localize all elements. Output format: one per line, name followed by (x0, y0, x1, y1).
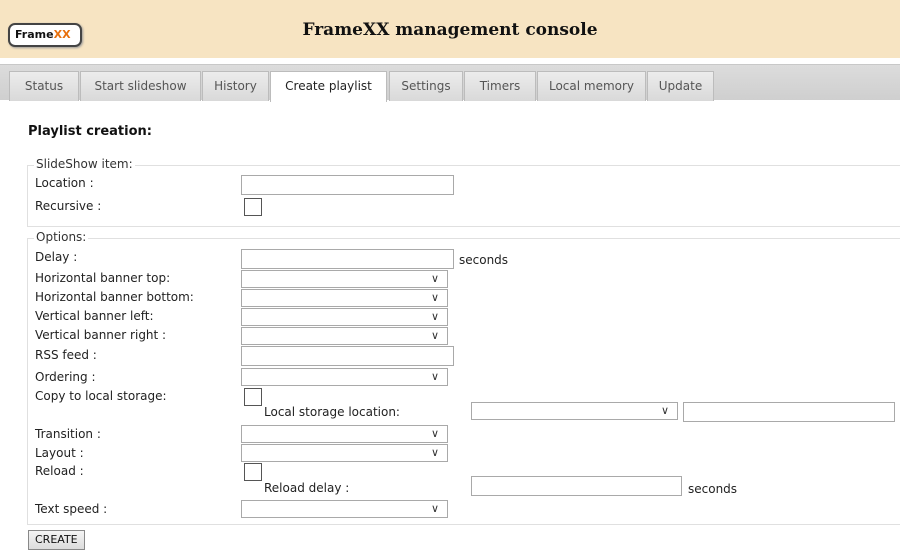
local-storage-location-input[interactable] (683, 402, 895, 422)
recursive-label: Recursive : (35, 199, 102, 213)
chevron-down-icon: ∨ (430, 446, 439, 459)
page-title: FrameXX management console (302, 20, 598, 40)
local-storage-location-select[interactable]: ∨ (471, 402, 678, 420)
delay-unit: seconds (459, 253, 509, 267)
chevron-down-icon: ∨ (430, 427, 439, 440)
chevron-down-icon: ∨ (430, 502, 439, 515)
slideshow-item-fieldset (27, 165, 900, 227)
tab-start-slideshow[interactable]: Start slideshow (80, 71, 201, 101)
tab-status[interactable]: Status (9, 71, 79, 101)
reload-delay-input[interactable] (471, 476, 682, 496)
tab-local-memory[interactable]: Local memory (537, 71, 646, 101)
tab-create-playlist[interactable]: Create playlist (270, 71, 387, 102)
v-banner-right-select[interactable]: ∨ (241, 327, 448, 345)
chevron-down-icon: ∨ (430, 370, 439, 383)
v-banner-right-label: Vertical banner right : (35, 328, 167, 342)
location-input[interactable] (241, 175, 454, 195)
slideshow-item-legend: SlideShow item: (34, 157, 135, 171)
recursive-checkbox[interactable] (244, 198, 262, 216)
reload-delay-label: Reload delay : (264, 481, 350, 495)
text-speed-select[interactable]: ∨ (241, 500, 448, 518)
create-button[interactable]: CREATE (28, 530, 85, 550)
copy-local-storage-label: Copy to local storage: (35, 389, 167, 403)
layout-label: Layout : (35, 446, 84, 460)
v-banner-left-label: Vertical banner left: (35, 309, 154, 323)
section-heading: Playlist creation: (28, 124, 152, 139)
layout-select[interactable]: ∨ (241, 444, 448, 462)
chevron-down-icon: ∨ (430, 291, 439, 304)
v-banner-left-select[interactable]: ∨ (241, 308, 448, 326)
options-legend: Options: (34, 230, 89, 244)
transition-label: Transition : (35, 427, 101, 441)
copy-local-storage-checkbox[interactable] (244, 388, 262, 406)
app-header: FrameXX FrameXX management console (0, 0, 900, 58)
ordering-label: Ordering : (35, 370, 96, 384)
h-banner-top-label: Horizontal banner top: (35, 271, 171, 285)
local-storage-location-label: Local storage location: (264, 405, 400, 419)
chevron-down-icon: ∨ (430, 329, 439, 342)
tab-settings[interactable]: Settings (389, 71, 463, 101)
tab-bar: Status Start slideshow History Create pl… (0, 64, 900, 102)
delay-input[interactable] (241, 249, 454, 269)
chevron-down-icon: ∨ (430, 272, 439, 285)
rss-feed-input[interactable] (241, 346, 454, 366)
text-speed-label: Text speed : (35, 502, 108, 516)
h-banner-bottom-label: Horizontal banner bottom: (35, 290, 194, 304)
h-banner-bottom-select[interactable]: ∨ (241, 289, 448, 307)
tab-history[interactable]: History (202, 71, 269, 101)
tab-update[interactable]: Update (647, 71, 714, 101)
reload-label: Reload : (35, 464, 84, 478)
ordering-select[interactable]: ∨ (241, 368, 448, 386)
reload-checkbox[interactable] (244, 463, 262, 481)
tab-timers[interactable]: Timers (464, 71, 536, 101)
location-label: Location : (35, 176, 94, 190)
h-banner-top-select[interactable]: ∨ (241, 270, 448, 288)
delay-label: Delay : (35, 250, 78, 264)
transition-select[interactable]: ∨ (241, 425, 448, 443)
chevron-down-icon: ∨ (660, 404, 669, 417)
rss-feed-label: RSS feed : (35, 348, 97, 362)
chevron-down-icon: ∨ (430, 310, 439, 323)
reload-delay-unit: seconds (688, 482, 738, 496)
